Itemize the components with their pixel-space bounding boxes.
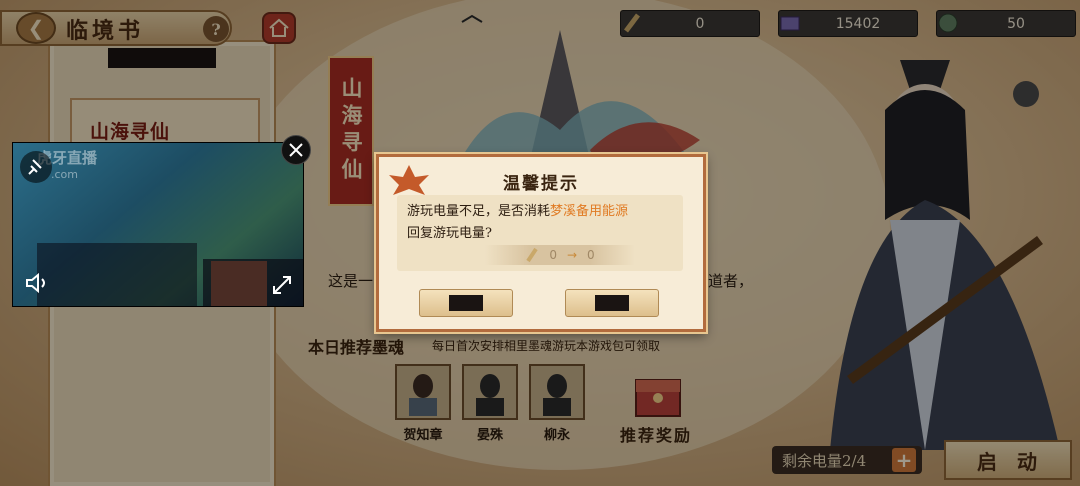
- game-chat-overlay: [37, 243, 197, 306]
- dialog-title: 温馨提示: [503, 174, 579, 194]
- dialog-cancel-button[interactable]: [419, 289, 513, 317]
- pin-button[interactable]: [20, 151, 52, 183]
- redacted-label: [595, 295, 629, 311]
- dialog-message: 游玩电量不足，是否消耗梦溪备用能源 回复游玩电量?: [407, 204, 629, 241]
- energy-conversion: 0 → 0: [485, 245, 635, 265]
- pen-icon: [526, 247, 538, 263]
- close-icon: [289, 143, 303, 157]
- warning-dialog: 温馨提示 游玩电量不足，是否消耗梦溪备用能源 回复游玩电量? 0 → 0: [376, 154, 706, 332]
- close-video-button[interactable]: [281, 135, 311, 165]
- redacted-label: [449, 295, 483, 311]
- expand-button[interactable]: [266, 270, 298, 300]
- dialog-confirm-button[interactable]: [565, 289, 659, 317]
- streamer-camera: [211, 261, 267, 306]
- pin-icon: [28, 159, 42, 175]
- mute-button[interactable]: [20, 268, 54, 298]
- expand-icon: [273, 276, 291, 294]
- floating-video-player[interactable]: 虎牙直播 .com: [12, 142, 304, 307]
- speaker-icon: [26, 272, 45, 294]
